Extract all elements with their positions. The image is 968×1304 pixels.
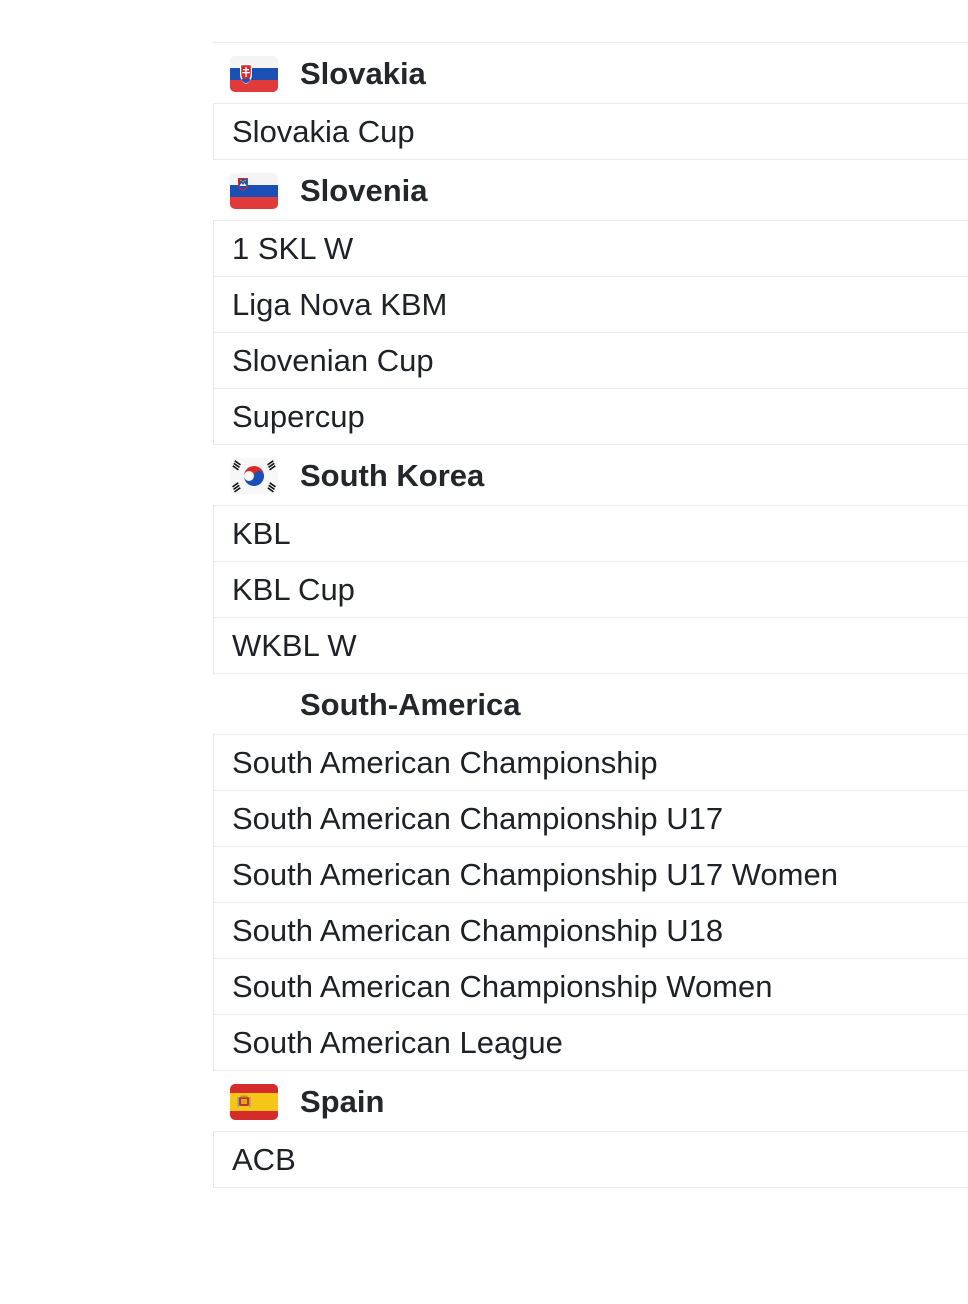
country-name: Slovenia xyxy=(300,173,428,208)
slovakia-flag-icon xyxy=(230,56,278,92)
league-item[interactable]: KBL Cup xyxy=(213,562,968,618)
country-header-slovenia[interactable]: Slovenia xyxy=(213,160,968,221)
league-item[interactable]: Supercup xyxy=(213,389,968,445)
country-header-spain[interactable]: Spain xyxy=(213,1071,968,1132)
league-item[interactable]: South American Championship U18 xyxy=(213,903,968,959)
country-name: South Korea xyxy=(300,458,485,493)
slovenia-flag-icon xyxy=(230,173,278,209)
league-item[interactable]: South American Championship U17 xyxy=(213,791,968,847)
country-name: Spain xyxy=(300,1084,385,1119)
league-item[interactable]: South American Championship xyxy=(213,735,968,791)
spain-flag-icon xyxy=(230,1084,278,1120)
league-item[interactable]: KBL xyxy=(213,506,968,562)
league-item[interactable]: 1 SKL W xyxy=(213,221,968,277)
league-item[interactable]: South American Championship U17 Women xyxy=(213,847,968,903)
country-name: Slovakia xyxy=(300,56,426,91)
league-item[interactable]: WKBL W xyxy=(213,618,968,674)
league-item[interactable]: Slovakia Cup xyxy=(213,104,968,160)
country-header-south-america[interactable]: South-America xyxy=(213,674,968,735)
league-item[interactable]: South American League xyxy=(213,1015,968,1071)
league-item[interactable]: Liga Nova KBM xyxy=(213,277,968,333)
country-league-list: Slovakia Slovakia Cup Slovenia 1 SKL W Liga … xyxy=(213,42,968,1188)
country-header-south-korea[interactable]: South Korea xyxy=(213,445,968,506)
country-header-slovakia[interactable]: Slovakia xyxy=(213,43,968,104)
league-item[interactable]: Slovenian Cup xyxy=(213,333,968,389)
south-korea-flag-icon xyxy=(230,458,278,494)
league-item[interactable]: ACB xyxy=(213,1132,968,1188)
country-name: South-America xyxy=(300,687,521,722)
league-item[interactable]: South American Championship Women xyxy=(213,959,968,1015)
